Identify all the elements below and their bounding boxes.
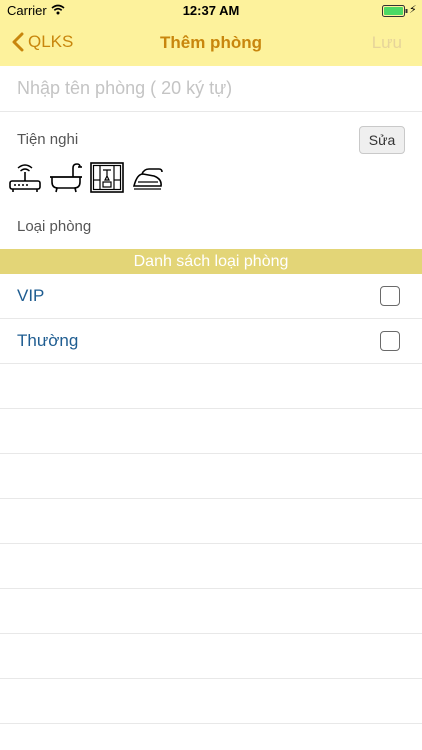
room-type-list-header: Danh sách loại phòng (0, 249, 422, 274)
empty-table-row (0, 589, 422, 634)
battery-icon (382, 5, 408, 17)
empty-table-row (0, 634, 422, 679)
room-name-input[interactable] (0, 66, 422, 112)
status-bar: Carrier 12:37 AM ⚡ (0, 0, 422, 22)
room-type-option-label: Thường (17, 331, 79, 350)
iron-icon (132, 168, 163, 190)
charging-icon: ⚡ (409, 4, 417, 16)
chevron-left-icon (12, 32, 24, 52)
list-item[interactable]: Thường (0, 319, 422, 364)
checkbox[interactable] (380, 331, 400, 351)
empty-table-row (0, 544, 422, 589)
wardrobe-icon (90, 162, 124, 193)
empty-table-row (0, 409, 422, 454)
empty-table-row (0, 499, 422, 544)
empty-table-row (0, 679, 422, 724)
empty-table-row (0, 364, 422, 409)
nav-content: QLKS Thêm phòng Lưu (0, 22, 422, 66)
bathtub-icon (50, 163, 82, 193)
checkbox[interactable] (380, 286, 400, 306)
room-type-option-label: VIP (17, 286, 45, 305)
navigation-bar: Carrier 12:37 AM ⚡ QLKS Thêm phòng Lưu (0, 0, 422, 67)
save-button[interactable]: Lưu (372, 33, 402, 53)
back-button[interactable]: QLKS (12, 32, 73, 52)
amenities-label: Tiện nghi (17, 131, 79, 148)
room-type-label: Loại phòng (17, 218, 92, 235)
edit-amenities-button[interactable]: Sửa (359, 126, 405, 154)
status-time: 12:37 AM (182, 3, 240, 18)
back-button-label: QLKS (28, 32, 74, 51)
empty-table-row (0, 454, 422, 499)
wifi-router-icon (9, 164, 41, 192)
list-item[interactable]: VIP (0, 274, 422, 319)
